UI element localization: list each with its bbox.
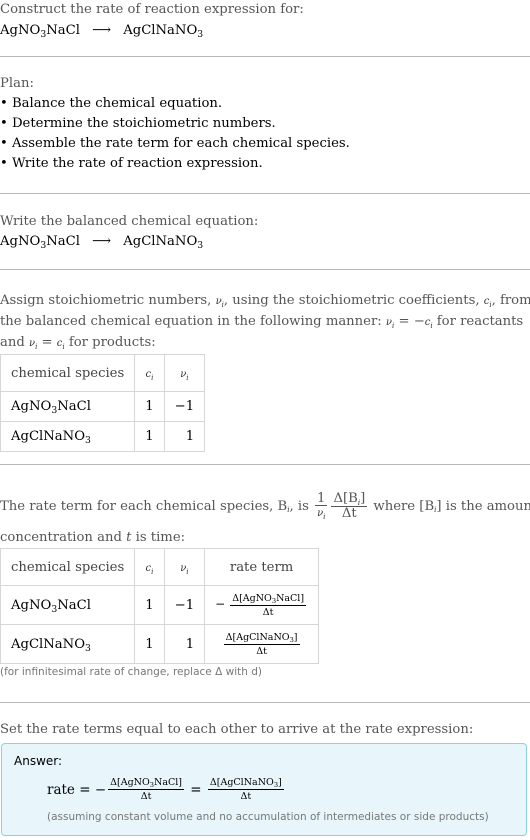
table-row: AgClNaNO3 1 1 — [0, 421, 206, 452]
divider — [0, 56, 530, 57]
table-row: AgNO3NaCl 1 −1 − Δ[AgNO3NaCl] Δt — [0, 585, 320, 625]
table-header-row: chemical species ci νi — [0, 354, 206, 392]
reactant-formula: AgNO — [0, 234, 41, 249]
text: , using the stoichiometric coefficients, — [223, 293, 484, 308]
text: where [B — [369, 498, 435, 514]
table-row: AgNO3NaCl 1 −1 — [0, 391, 206, 422]
minus-sign: − — [94, 781, 107, 798]
c-cell: 1 — [134, 421, 165, 452]
delta-b-over-delta-t-fraction: Δ[Bi] Δt — [331, 491, 368, 521]
c-cell: 1 — [134, 391, 165, 422]
species-cell: AgClNaNO3 — [0, 624, 136, 664]
plan-step: • Balance the chemical equation. — [0, 96, 223, 111]
plan-step: • Determine the stoichiometric numbers. — [0, 116, 276, 131]
stoich-table: chemical species ci νi AgNO3NaCl 1 −1 Ag… — [0, 354, 206, 452]
species-cell: AgNO3NaCl — [0, 391, 136, 422]
balanced-section: Write the balanced chemical equation: Ag… — [0, 212, 530, 252]
reactant-rate-fraction: Δ[AgNO3NaCl] Δt — [108, 777, 184, 802]
header-nu-i: νi — [163, 548, 206, 586]
rate-term-section: The rate term for each chemical species,… — [0, 484, 530, 548]
header-section: Construct the rate of reaction expressio… — [0, 0, 530, 41]
table-header-row: chemical species ci νi rate term — [0, 548, 320, 586]
balanced-title: Write the balanced chemical equation: — [0, 214, 259, 229]
reaction-arrow-icon: ⟶ — [92, 234, 112, 249]
c-i-symbol: ci — [424, 317, 433, 330]
text: concentration and — [0, 530, 127, 545]
rate-word: rate — [47, 781, 75, 798]
text: The rate term for each chemical species,… — [0, 498, 288, 514]
text: , from — [491, 293, 530, 308]
nu-cell: −1 — [163, 391, 206, 422]
table-row: AgClNaNO3 1 1 Δ[AgClNaNO3] Δt — [0, 624, 320, 664]
divider — [0, 193, 530, 194]
plan-step: • Write the rate of reaction expression. — [0, 156, 263, 171]
header-c-i: ci — [134, 354, 165, 392]
text: = − — [394, 314, 425, 329]
rate-term-cell: Δ[AgClNaNO3] Δt — [204, 624, 320, 664]
rate-term-text-line: concentration and t is time: — [0, 528, 530, 548]
rate-term-table: chemical species ci νi rate term AgNO3Na… — [0, 548, 320, 664]
text: and — [0, 335, 29, 350]
divider — [0, 464, 530, 465]
reactant-formula: AgNO — [0, 23, 41, 38]
answer-label: Answer: — [14, 754, 63, 768]
assumption-note: (assuming constant volume and no accumul… — [47, 811, 489, 823]
c-i-symbol: ci — [483, 296, 492, 309]
final-title: Set the rate terms equal to each other t… — [0, 722, 474, 737]
plan-section: Plan: • Balance the chemical equation. •… — [0, 74, 530, 174]
text: , is — [289, 498, 314, 514]
infinitesimal-note: (for infinitesimal rate of change, repla… — [0, 666, 262, 678]
stoich-text-line: and νi = ci for products: — [0, 333, 530, 354]
reaction-equation: AgNO3NaCl ⟶ AgClNaNO3 — [0, 21, 530, 41]
product-subscript: 3 — [197, 29, 204, 40]
c-i-symbol: ci — [56, 338, 65, 351]
nu-cell: 1 — [163, 624, 206, 664]
nu-cell: −1 — [163, 585, 206, 625]
product-formula: AgClNaNO — [123, 234, 198, 249]
rate-expression: rate = − Δ[AgNO3NaCl] Δt = Δ[AgClNaNO3] Δt — [47, 776, 286, 803]
c-cell: 1 — [134, 624, 165, 664]
plan-step: • Assemble the rate term for each chemic… — [0, 136, 350, 151]
text: is time: — [131, 530, 186, 545]
stoich-text-line: the balanced chemical equation in the fo… — [0, 312, 530, 333]
header-chemical-species: chemical species — [0, 548, 136, 586]
prompt-text: Construct the rate of reaction expressio… — [0, 2, 304, 17]
header-nu-i: νi — [163, 354, 206, 392]
stoich-text-line: Assign stoichiometric numbers, νi, using… — [0, 291, 530, 312]
equals-sign: = — [186, 781, 206, 798]
divider — [0, 702, 530, 703]
plan-title: Plan: — [0, 76, 34, 91]
reactant-formula-tail: NaCl — [46, 234, 80, 249]
header-c-i: ci — [134, 548, 165, 586]
nu-i-symbol: νi — [215, 296, 224, 309]
nu-cell: 1 — [163, 421, 206, 452]
stoich-section: Assign stoichiometric numbers, νi, using… — [0, 291, 530, 354]
divider — [0, 269, 530, 270]
product-formula: AgClNaNO — [123, 23, 198, 38]
product-rate-fraction: Δ[AgClNaNO3] Δt — [207, 777, 284, 802]
text: for products: — [64, 335, 156, 350]
reaction-arrow-icon: ⟶ — [92, 23, 112, 38]
answer-box: Answer: rate = − Δ[AgNO3NaCl] Δt = Δ[AgCl… — [1, 743, 527, 836]
species-cell: AgNO3NaCl — [0, 585, 136, 625]
text: = — [37, 335, 57, 350]
c-cell: 1 — [134, 585, 165, 625]
text: the balanced chemical equation in the fo… — [0, 314, 386, 329]
product-subscript: 3 — [197, 240, 204, 251]
rate-term-cell: − Δ[AgNO3NaCl] Δt — [204, 585, 320, 625]
rate-term-text-line: The rate term for each chemical species,… — [0, 484, 530, 528]
nu-i-symbol: νi — [385, 317, 395, 330]
balanced-equation: AgNO3NaCl ⟶ AgClNaNO3 — [0, 232, 530, 252]
text: for reactants — [432, 314, 524, 329]
header-rate-term: rate term — [204, 548, 320, 586]
one-over-nu-fraction: 1 νi — [315, 491, 328, 521]
species-cell: AgClNaNO3 — [0, 421, 136, 452]
text: Assign stoichiometric numbers, — [0, 293, 216, 308]
equals-sign: = — [74, 781, 95, 798]
reactant-formula-tail: NaCl — [46, 23, 80, 38]
header-chemical-species: chemical species — [0, 354, 136, 392]
final-section: Set the rate terms equal to each other t… — [0, 720, 530, 740]
text: ] is the amount — [436, 498, 530, 514]
